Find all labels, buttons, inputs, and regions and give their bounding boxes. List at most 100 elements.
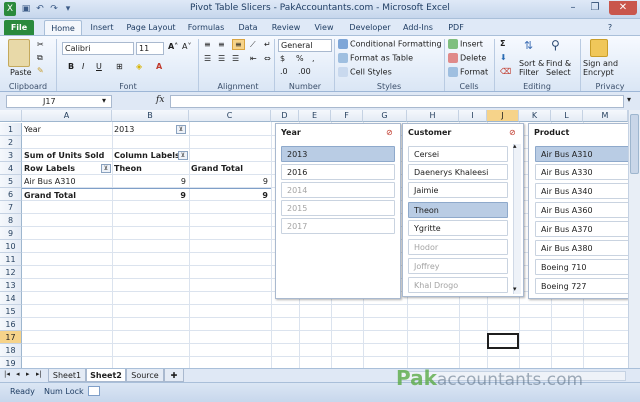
borders-icon[interactable]: ⊞	[116, 62, 123, 71]
slicer-item-year[interactable]: 2016	[281, 164, 395, 180]
delete-cells-button[interactable]: Delete	[448, 53, 486, 63]
scroll-down-icon[interactable]: ▾	[513, 285, 517, 293]
comma-icon[interactable]: ,	[312, 54, 315, 63]
slicer-item-customer[interactable]: Ygritte	[408, 220, 508, 236]
align-right-icon[interactable]: ☰	[232, 54, 239, 63]
product-slicer[interactable]: Product Air Bus A310 Air Bus A330 Air Bu…	[528, 123, 629, 299]
slicer-item-customer[interactable]: Cersei	[408, 146, 508, 162]
orientation-icon[interactable]: ⟋	[250, 40, 256, 50]
decrease-decimal-icon[interactable]: .00	[298, 67, 311, 76]
column-filter-icon[interactable]: ⊻	[178, 151, 188, 160]
first-sheet-icon[interactable]: |◂	[4, 370, 10, 378]
sheet-tab-source[interactable]: Source	[126, 369, 164, 382]
cut-icon[interactable]: ✂	[37, 40, 44, 49]
row-header[interactable]: 16	[0, 318, 22, 331]
column-header-l[interactable]: L	[551, 110, 583, 122]
column-header-b[interactable]: B	[112, 110, 189, 122]
insert-sheet-icon[interactable]: ✚	[164, 369, 184, 382]
row-header[interactable]: 15	[0, 305, 22, 318]
row-filter-icon[interactable]: ⊻	[101, 164, 111, 173]
row-header[interactable]: 8	[0, 214, 22, 227]
row-header[interactable]: 14	[0, 292, 22, 305]
column-header-j[interactable]: J	[487, 110, 519, 122]
active-cell[interactable]	[487, 333, 519, 349]
clear-filter-icon[interactable]: ⊘	[509, 128, 516, 137]
tab-review[interactable]: Review	[268, 20, 304, 35]
sort-filter-icon[interactable]: ⇅	[524, 39, 533, 52]
expand-formula-icon[interactable]: ▾	[627, 95, 631, 104]
sheet-tab-sheet2[interactable]: Sheet2	[86, 369, 126, 382]
font-size-select[interactable]: 11	[136, 42, 164, 55]
column-header-e[interactable]: E	[299, 110, 331, 122]
bold-icon[interactable]: B	[68, 62, 74, 71]
slicer-item-product[interactable]: Boeing 727	[535, 278, 629, 294]
row-header[interactable]: 6	[0, 188, 22, 201]
slicer-item-product[interactable]: Air Bus A380	[535, 240, 629, 256]
row-header[interactable]: 1	[0, 123, 22, 136]
clear-icon[interactable]: ⌫	[500, 67, 511, 76]
sign-encrypt-icon[interactable]	[590, 39, 608, 57]
align-top-icon[interactable]: ≡	[204, 40, 211, 49]
scroll-thumb[interactable]	[630, 114, 639, 174]
align-bottom-icon[interactable]: ≡	[232, 39, 245, 50]
copy-icon[interactable]: ⧉	[37, 53, 43, 63]
tab-formulas[interactable]: Formulas	[184, 20, 228, 35]
sheet-tab-sheet1[interactable]: Sheet1	[48, 369, 86, 382]
row-header[interactable]: 3	[0, 149, 22, 162]
column-header-m[interactable]: M	[583, 110, 628, 122]
shrink-font-icon[interactable]: A˅	[182, 42, 191, 51]
wrap-text-icon[interactable]: ↵	[264, 40, 271, 49]
conditional-formatting-button[interactable]: Conditional Formatting	[338, 39, 442, 49]
column-header-c[interactable]: C	[189, 110, 271, 122]
slicer-item-year[interactable]: 2015	[281, 200, 395, 216]
column-header-h[interactable]: H	[407, 110, 459, 122]
tab-insert[interactable]: Insert	[86, 20, 118, 35]
autosum-icon[interactable]: Σ	[500, 39, 505, 48]
row-header[interactable]: 17	[0, 331, 22, 344]
column-header-i[interactable]: I	[459, 110, 487, 122]
tab-page-layout[interactable]: Page Layout	[124, 20, 178, 35]
slicer-item-customer[interactable]: Joffrey	[408, 258, 508, 274]
italic-icon[interactable]: I	[82, 62, 84, 71]
macro-record-icon[interactable]	[88, 386, 100, 396]
column-header-f[interactable]: F	[331, 110, 363, 122]
formula-input[interactable]	[170, 95, 624, 108]
slicer-item-customer[interactable]: Jaimie	[408, 182, 508, 198]
binoculars-icon[interactable]: ⚲	[551, 38, 560, 52]
tab-view[interactable]: View	[310, 20, 338, 35]
align-center-icon[interactable]: ☰	[218, 54, 225, 63]
sort-filter-button[interactable]: Sort & Filter	[519, 59, 544, 77]
row-header[interactable]: 12	[0, 266, 22, 279]
tab-developer[interactable]: Developer	[346, 20, 394, 35]
clear-filter-icon[interactable]: ⊘	[386, 128, 393, 137]
row-header[interactable]: 13	[0, 279, 22, 292]
format-cells-button[interactable]: Format	[448, 67, 488, 77]
select-all-corner[interactable]	[0, 110, 22, 122]
slicer-item-product[interactable]: Air Bus A310	[535, 146, 629, 162]
column-header-d[interactable]: D	[271, 110, 299, 122]
fill-color-icon[interactable]: ◈	[136, 62, 142, 71]
tab-file[interactable]: File	[4, 20, 34, 35]
last-sheet-icon[interactable]: ▸|	[36, 370, 42, 378]
vertical-scrollbar[interactable]	[628, 110, 640, 368]
restore-icon[interactable]: ❐	[585, 1, 605, 15]
slicer-item-year[interactable]: 2013	[281, 146, 395, 162]
slicer-item-product[interactable]: Air Bus A360	[535, 202, 629, 218]
underline-icon[interactable]: U	[96, 62, 102, 71]
slicer-item-year[interactable]: 2017	[281, 218, 395, 234]
align-middle-icon[interactable]: ≡	[218, 40, 225, 49]
row-header[interactable]: 7	[0, 201, 22, 214]
format-painter-icon[interactable]: ✎	[37, 66, 44, 75]
close-icon[interactable]: ✕	[609, 1, 637, 15]
insert-cells-button[interactable]: Insert	[448, 39, 483, 49]
tab-add-ins[interactable]: Add-Ins	[400, 20, 436, 35]
column-header-a[interactable]: A	[22, 110, 112, 122]
grow-font-icon[interactable]: A˄	[168, 42, 178, 51]
fill-icon[interactable]: ⬇	[500, 53, 507, 62]
slicer-item-product[interactable]: Air Bus A340	[535, 183, 629, 199]
slicer-item-customer[interactable]: Theon	[408, 202, 508, 218]
report-filter-icon[interactable]: ⊻	[176, 125, 186, 134]
font-color-icon[interactable]: A	[156, 62, 162, 71]
row-header[interactable]: 18	[0, 344, 22, 357]
slicer-item-product[interactable]: Boeing 710	[535, 259, 629, 275]
